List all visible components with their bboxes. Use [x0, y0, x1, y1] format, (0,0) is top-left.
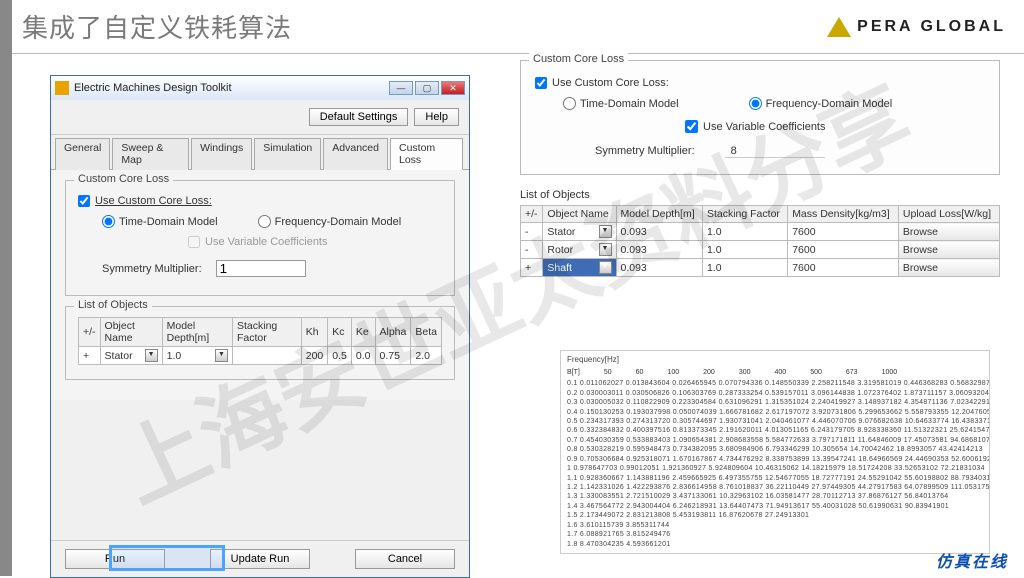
table-row[interactable]: - Rotor▼ 0.093 1.0 7600 Browse — [521, 241, 1000, 259]
symmetry-input[interactable] — [216, 260, 306, 277]
close-button[interactable]: ✕ — [441, 81, 465, 95]
default-settings-button[interactable]: Default Settings — [309, 108, 409, 126]
freq-title: Frequency[Hz] — [567, 355, 983, 366]
chevron-down-icon[interactable]: ▼ — [145, 349, 158, 362]
col-pm: +/- — [79, 318, 101, 347]
symmetry-value-right[interactable]: 8 — [725, 145, 825, 158]
page-title: 集成了自定义铁耗算法 — [22, 8, 292, 45]
chevron-down-icon[interactable]: ▼ — [599, 261, 612, 274]
browse-button[interactable]: Browse — [898, 259, 999, 277]
site-caption: 仿真在线 — [936, 548, 1008, 572]
list-of-objects-right: List of Objects +/- Object Name Model De… — [520, 189, 1000, 277]
freq-header: B[T]50601002003004005006731000 — [567, 368, 983, 377]
sidebar-stripe — [0, 0, 12, 576]
brand-logo: PERA GLOBAL — [827, 17, 1006, 37]
header: 集成了自定义铁耗算法 PERA GLOBAL — [12, 0, 1024, 54]
frequency-loss-table[interactable]: Frequency[Hz] B[T]5060100200300400500673… — [560, 350, 990, 554]
use-custom-core-loss-checkbox[interactable]: Use Custom Core Loss: — [78, 195, 442, 207]
use-ccl-input[interactable] — [78, 195, 90, 207]
tab-custom-loss[interactable]: Custom Loss — [390, 138, 463, 170]
col-name: Object Name — [100, 318, 162, 347]
right-panel: Custom Core Loss Use Custom Core Loss: T… — [520, 60, 1000, 277]
use-ccl-label: Use Custom Core Loss: — [95, 195, 212, 207]
update-run-button[interactable]: Update Run — [210, 549, 310, 569]
help-button[interactable]: Help — [414, 108, 459, 126]
objects-table[interactable]: +/- Object Name Model Depth[m] Stacking … — [78, 317, 442, 365]
col-kh: Kh — [301, 318, 328, 347]
chevron-down-icon[interactable]: ▼ — [599, 243, 612, 256]
custom-core-loss-group: Custom Core Loss Use Custom Core Loss: T… — [65, 180, 455, 296]
list-label: List of Objects — [74, 299, 152, 311]
symmetry-label-right: Symmetry Multiplier: — [595, 145, 695, 158]
titlebar[interactable]: Electric Machines Design Toolkit — ▢ ✕ — [51, 76, 469, 100]
col-kc: Kc — [328, 318, 352, 347]
frequency-domain-radio-right[interactable]: Frequency-Domain Model — [749, 97, 893, 110]
col-ke: Ke — [351, 318, 375, 347]
var-coef-label: Use Variable Coefficients — [205, 236, 328, 248]
col-beta: Beta — [411, 318, 442, 347]
list-of-objects-group: List of Objects +/- Object Name Model De… — [65, 306, 455, 380]
brand-text: PERA GLOBAL — [857, 18, 1006, 36]
cancel-button[interactable]: Cancel — [355, 549, 455, 569]
group-label-right: Custom Core Loss — [529, 53, 628, 65]
tab-windings[interactable]: Windings — [191, 138, 252, 170]
brand-icon — [827, 17, 851, 37]
minimize-button[interactable]: — — [389, 81, 413, 95]
run-button[interactable]: Run — [65, 549, 165, 569]
tab-advanced[interactable]: Advanced — [323, 138, 388, 170]
custom-core-loss-group-right: Custom Core Loss Use Custom Core Loss: T… — [520, 60, 1000, 175]
app-icon — [55, 81, 69, 95]
objects-table-right[interactable]: +/- Object Name Model Depth[m] Stacking … — [520, 205, 1000, 277]
chevron-down-icon[interactable]: ▼ — [599, 225, 612, 238]
tab-sweep-map[interactable]: Sweep & Map — [112, 138, 189, 170]
table-row[interactable]: + Shaft▼ 0.093 1.0 7600 Browse — [521, 259, 1000, 277]
col-depth: Model Depth[m] — [162, 318, 232, 347]
time-domain-radio[interactable]: Time-Domain Model — [102, 215, 218, 228]
group-label: Custom Core Loss — [74, 173, 173, 185]
col-stack: Stacking Factor — [233, 318, 302, 347]
freq-rows: 0.1 0.011062027 0.013843604 0.026465945 … — [567, 379, 983, 549]
table-row[interactable]: - Stator▼ 0.093 1.0 7600 Browse — [521, 223, 1000, 241]
symmetry-label: Symmetry Multiplier: — [102, 263, 202, 275]
titlebar-title: Electric Machines Design Toolkit — [74, 82, 232, 94]
maximize-button[interactable]: ▢ — [415, 81, 439, 95]
chevron-down-icon[interactable]: ▼ — [215, 349, 228, 362]
time-domain-radio-right[interactable]: Time-Domain Model — [563, 97, 679, 110]
list-label-right: List of Objects — [520, 189, 1000, 201]
tab-simulation[interactable]: Simulation — [254, 138, 321, 170]
variable-coefficients-checkbox: Use Variable Coefficients — [188, 236, 442, 248]
toolkit-dialog: Electric Machines Design Toolkit — ▢ ✕ D… — [50, 75, 470, 578]
tab-general[interactable]: General — [55, 138, 110, 170]
variable-coefficients-checkbox-right[interactable]: Use Variable Coefficients — [685, 120, 985, 133]
col-alpha: Alpha — [375, 318, 411, 347]
table-row[interactable]: + Stator▼ 1.0▼ 200 0.5 0.0 0.75 2.0 — [79, 347, 442, 365]
use-ccl-checkbox-right[interactable]: Use Custom Core Loss: — [535, 77, 985, 89]
browse-button[interactable]: Browse — [898, 223, 999, 241]
frequency-domain-radio[interactable]: Frequency-Domain Model — [258, 215, 402, 228]
tab-strip: General Sweep & Map Windings Simulation … — [51, 137, 469, 170]
browse-button[interactable]: Browse — [898, 241, 999, 259]
